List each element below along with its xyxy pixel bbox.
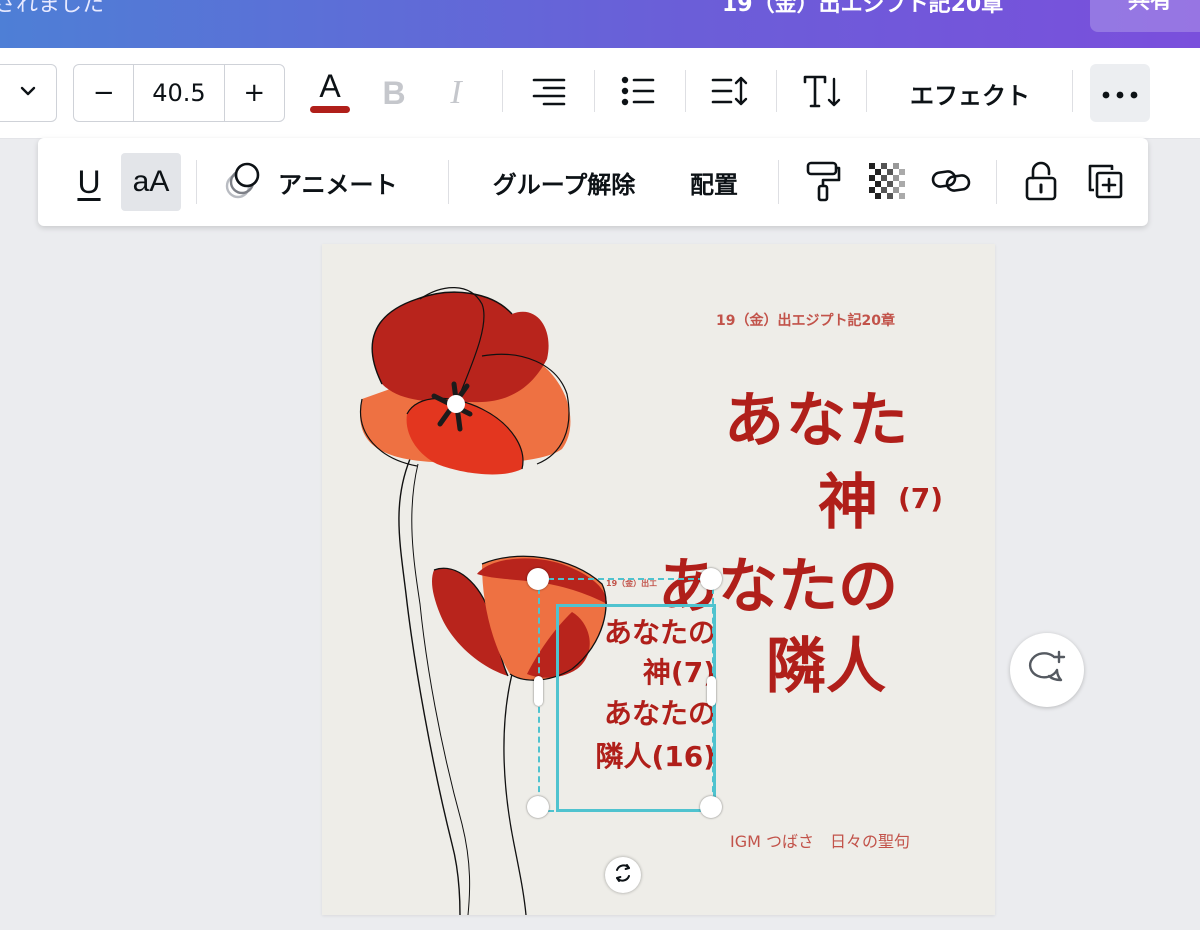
element-selection-outline: [556, 604, 716, 812]
poster-line-2[interactable]: 神: [818, 454, 878, 541]
poster-line-4[interactable]: 隣人: [766, 618, 886, 705]
italic-button[interactable]: I: [436, 68, 476, 118]
editor-header: されました 19（金）出エジプト記20章 共有: [0, 0, 1200, 48]
ungroup-button[interactable]: グループ解除: [478, 154, 650, 210]
decrease-font-size-button[interactable]: −: [74, 65, 135, 121]
text-toolbar: − 40.5 + A B I エフェクト: [0, 48, 1200, 139]
underline-button[interactable]: U: [64, 154, 114, 210]
font-dropdown[interactable]: [0, 64, 57, 122]
panel-divider: [996, 160, 997, 204]
add-comment-button[interactable]: [1010, 633, 1084, 707]
transparency-button[interactable]: [862, 156, 912, 210]
duplicate-icon: [1086, 162, 1124, 204]
align-right-icon: [530, 76, 566, 110]
poster-line-1[interactable]: あなた: [724, 372, 910, 459]
animate-label: アニメート: [278, 170, 398, 199]
more-options-panel: U aA アニメート グループ解除 配置: [38, 138, 1148, 226]
list-button[interactable]: [614, 68, 662, 118]
panel-divider: [778, 160, 779, 204]
vertical-text-button[interactable]: [798, 68, 846, 118]
duplicate-button[interactable]: [1080, 156, 1130, 210]
animate-icon: [220, 160, 264, 204]
font-size-input[interactable]: 40.5: [134, 65, 223, 121]
font-size-stepper: − 40.5 +: [73, 64, 285, 122]
text-color-glyph: A: [319, 67, 341, 104]
unlock-icon: [1024, 161, 1058, 205]
resize-handle-top-right[interactable]: [700, 568, 722, 590]
bullet-list-icon: [621, 76, 655, 110]
paint-roller-icon: [805, 160, 841, 206]
poster-footer[interactable]: IGM つばさ 日々の聖句: [730, 828, 910, 852]
letter-case-button[interactable]: aA: [121, 153, 181, 211]
save-status: されました: [0, 0, 105, 17]
link-button[interactable]: [926, 156, 976, 210]
position-button[interactable]: 配置: [678, 154, 750, 210]
spacing-button[interactable]: [706, 68, 754, 118]
vertical-text-icon: [802, 73, 842, 113]
panel-divider: [448, 160, 449, 204]
animate-button[interactable]: アニメート: [220, 154, 440, 210]
lock-button[interactable]: [1016, 156, 1066, 210]
panel-divider: [196, 160, 197, 204]
copy-style-button[interactable]: [798, 156, 848, 210]
resize-handle-left[interactable]: [534, 676, 543, 706]
poster-subtitle[interactable]: 19（金）出エジプト記20章: [716, 310, 895, 330]
bold-button[interactable]: B: [374, 68, 414, 118]
resize-handle-top-left[interactable]: [527, 568, 549, 590]
resize-handle-right[interactable]: [707, 676, 716, 706]
rotate-handle[interactable]: [605, 857, 641, 893]
text-color-button[interactable]: A: [306, 66, 354, 116]
text-color-swatch: [310, 105, 350, 113]
design-page[interactable]: 19（金）出エジプト記20章 あなた 神 (7) あなたの 隣人 19（金）出エ…: [322, 244, 995, 915]
align-right-button[interactable]: [524, 68, 572, 118]
resize-handle-bottom-right[interactable]: [700, 796, 722, 818]
line-spacing-icon: [711, 75, 749, 111]
effects-button[interactable]: エフェクト: [880, 66, 1060, 120]
link-icon: [931, 166, 971, 200]
rotate-icon: [612, 862, 634, 888]
comment-add-icon: [1027, 650, 1067, 690]
share-button[interactable]: 共有: [1090, 0, 1200, 32]
chevron-down-icon: [18, 81, 38, 105]
document-title[interactable]: 19（金）出エジプト記20章: [722, 0, 1003, 18]
more-options-button[interactable]: [1090, 64, 1150, 122]
transparency-icon: [869, 163, 905, 203]
resize-handle-bottom-left[interactable]: [527, 796, 549, 818]
increase-font-size-button[interactable]: +: [223, 65, 284, 121]
poster-line-2-number[interactable]: (7): [898, 482, 943, 515]
more-icon: [1102, 84, 1138, 103]
